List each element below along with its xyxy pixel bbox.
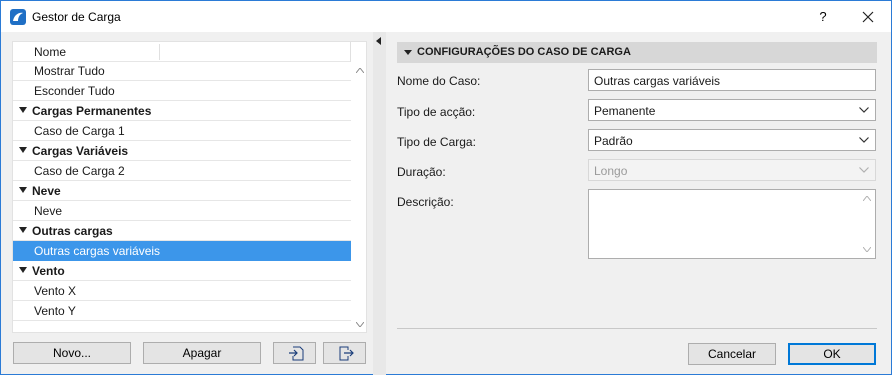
column-header-name[interactable]: Nome [34,45,66,59]
description-textarea[interactable] [588,189,876,259]
title-bar: Gestor de Carga ? [1,1,891,32]
list-item-label: Vento [32,264,65,278]
list-item-label: Neve [32,184,61,198]
case-name-label: Nome do Caso: [397,74,481,88]
export-icon [339,346,354,361]
list-item[interactable]: Outras cargas variáveis [13,241,351,261]
list-item-label: Caso de Carga 2 [34,164,125,178]
import-icon [289,346,304,361]
list-group-header[interactable]: Cargas Variáveis [13,141,351,161]
list-item[interactable]: Caso de Carga 1 [13,121,351,141]
list-header: Nome [13,42,351,62]
list-item-label: Neve [34,204,63,218]
load-type-label: Tipo de Carga: [397,135,476,149]
column-divider[interactable] [159,44,160,60]
list-item[interactable]: Mostrar Tudo [13,61,351,81]
panel-splitter[interactable] [373,32,386,375]
list-item-label: Outras cargas [32,224,113,238]
case-name-input[interactable]: Outras cargas variáveis [588,69,876,91]
help-button[interactable]: ? [809,5,837,29]
import-button[interactable] [273,342,316,364]
list-rows: Mostrar Tudo Esconder Tudo Cargas Permanen… [13,61,351,321]
action-type-value: Pemanente [594,104,656,118]
load-case-list: Nome Mostrar Tudo Esconder Tudo Cargas Per… [12,41,367,333]
scroll-down-icon[interactable] [863,247,871,252]
list-item-label: Mostrar Tudo [34,64,105,78]
list-group-header[interactable]: Outras cargas [13,221,351,241]
list-item-label: Esconder Tudo [34,84,115,98]
chevron-down-icon [859,167,869,173]
duration-label: Duração: [397,165,446,179]
list-item[interactable]: Neve [13,201,351,221]
duration-select: Longo [588,159,876,181]
close-icon [862,11,874,23]
list-scrollbar[interactable] [353,62,367,332]
expand-triangle-icon[interactable] [19,267,27,273]
description-label: Descrição: [397,195,454,209]
column-divider [350,42,351,62]
action-type-label: Tipo de acção: [397,105,476,119]
expand-triangle-icon[interactable] [19,227,27,233]
collapse-left-icon[interactable] [376,37,381,45]
new-button[interactable]: Novo... [13,342,131,364]
delete-button[interactable]: Apagar [143,342,261,364]
expand-triangle-icon[interactable] [19,107,27,113]
scroll-down-icon[interactable] [356,322,364,327]
case-name-value: Outras cargas variáveis [594,74,721,88]
footer-divider [397,328,877,329]
list-item-label: Cargas Permanentes [32,104,152,118]
section-title: CONFIGURAÇÕES DO CASO DE CARGA [417,46,631,58]
expand-triangle-icon[interactable] [19,147,27,153]
load-type-value: Padrão [594,134,633,148]
app-icon [10,9,26,25]
cancel-button[interactable]: Cancelar [688,343,776,365]
list-item[interactable]: Vento X [13,281,351,301]
scroll-up-icon[interactable] [863,196,871,201]
chevron-down-icon [859,137,869,143]
export-button[interactable] [323,342,366,364]
section-header-load-case-settings[interactable]: CONFIGURAÇÕES DO CASO DE CARGA [397,42,877,63]
close-button[interactable] [851,5,885,29]
load-type-select[interactable]: Padrão [588,129,876,151]
list-item-label: Vento X [34,284,77,298]
chevron-down-icon [859,107,869,113]
action-type-select[interactable]: Pemanente [588,99,876,121]
list-item[interactable]: Vento Y [13,301,351,321]
scroll-up-icon[interactable] [356,68,364,73]
duration-value: Longo [594,164,628,178]
list-group-header[interactable]: Vento [13,261,351,281]
list-item-label: Caso de Carga 1 [34,124,125,138]
list-group-header[interactable]: Cargas Permanentes [13,101,351,121]
ok-button[interactable]: OK [788,343,876,365]
expand-triangle-icon[interactable] [19,187,27,193]
load-manager-dialog: Gestor de Carga ? Nome Mostrar Tudo Escon… [0,0,892,375]
list-item[interactable]: Esconder Tudo [13,81,351,101]
list-item-label: Outras cargas variáveis [34,244,161,258]
collapse-triangle-icon [404,50,412,55]
list-group-header[interactable]: Neve [13,181,351,201]
window-title: Gestor de Carga [32,10,121,24]
list-item[interactable]: Caso de Carga 2 [13,161,351,181]
list-item-label: Vento Y [34,304,76,318]
list-item-label: Cargas Variáveis [32,144,129,158]
